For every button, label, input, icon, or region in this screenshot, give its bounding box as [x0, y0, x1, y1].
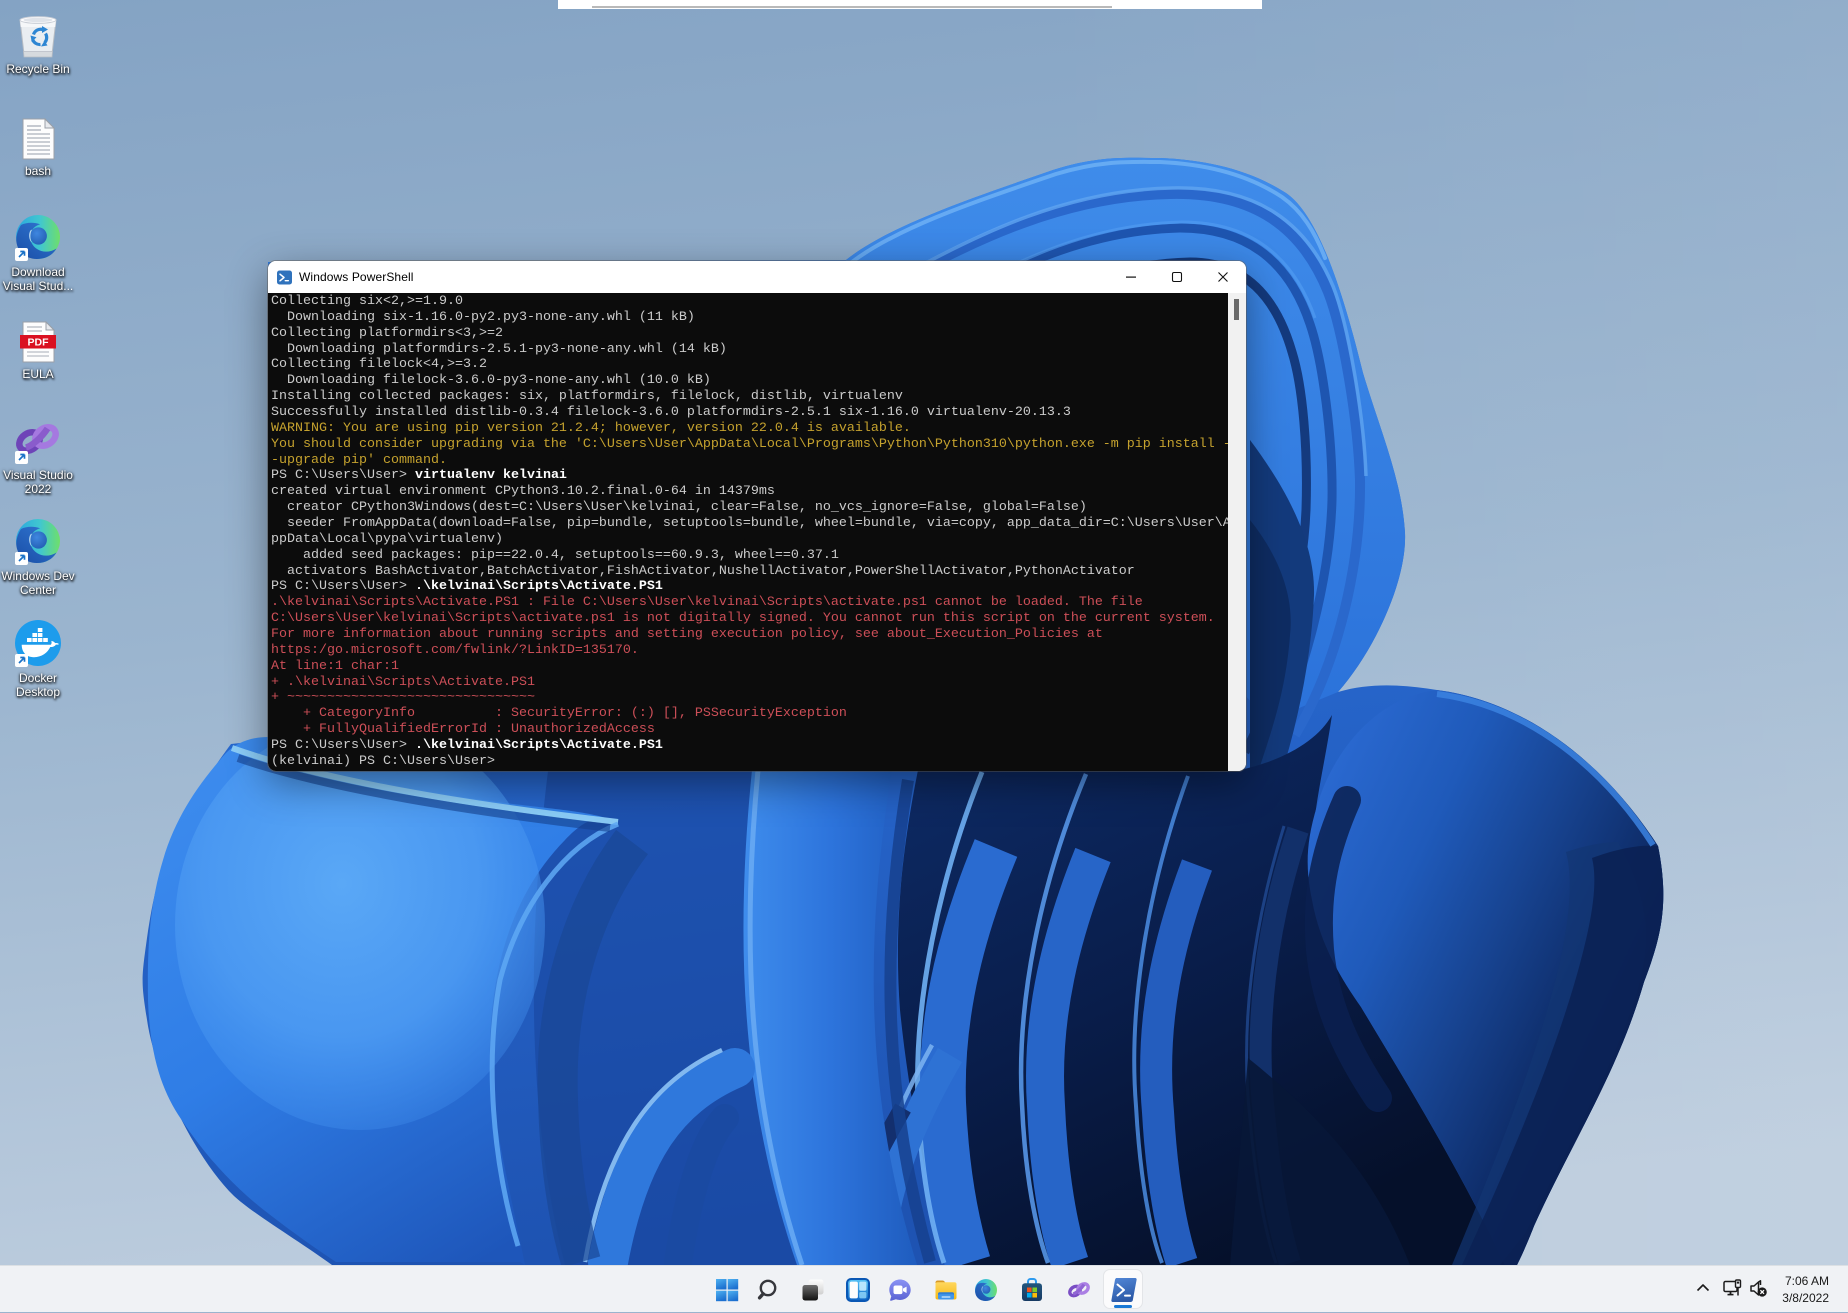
svg-text:PDF: PDF	[28, 337, 50, 349]
